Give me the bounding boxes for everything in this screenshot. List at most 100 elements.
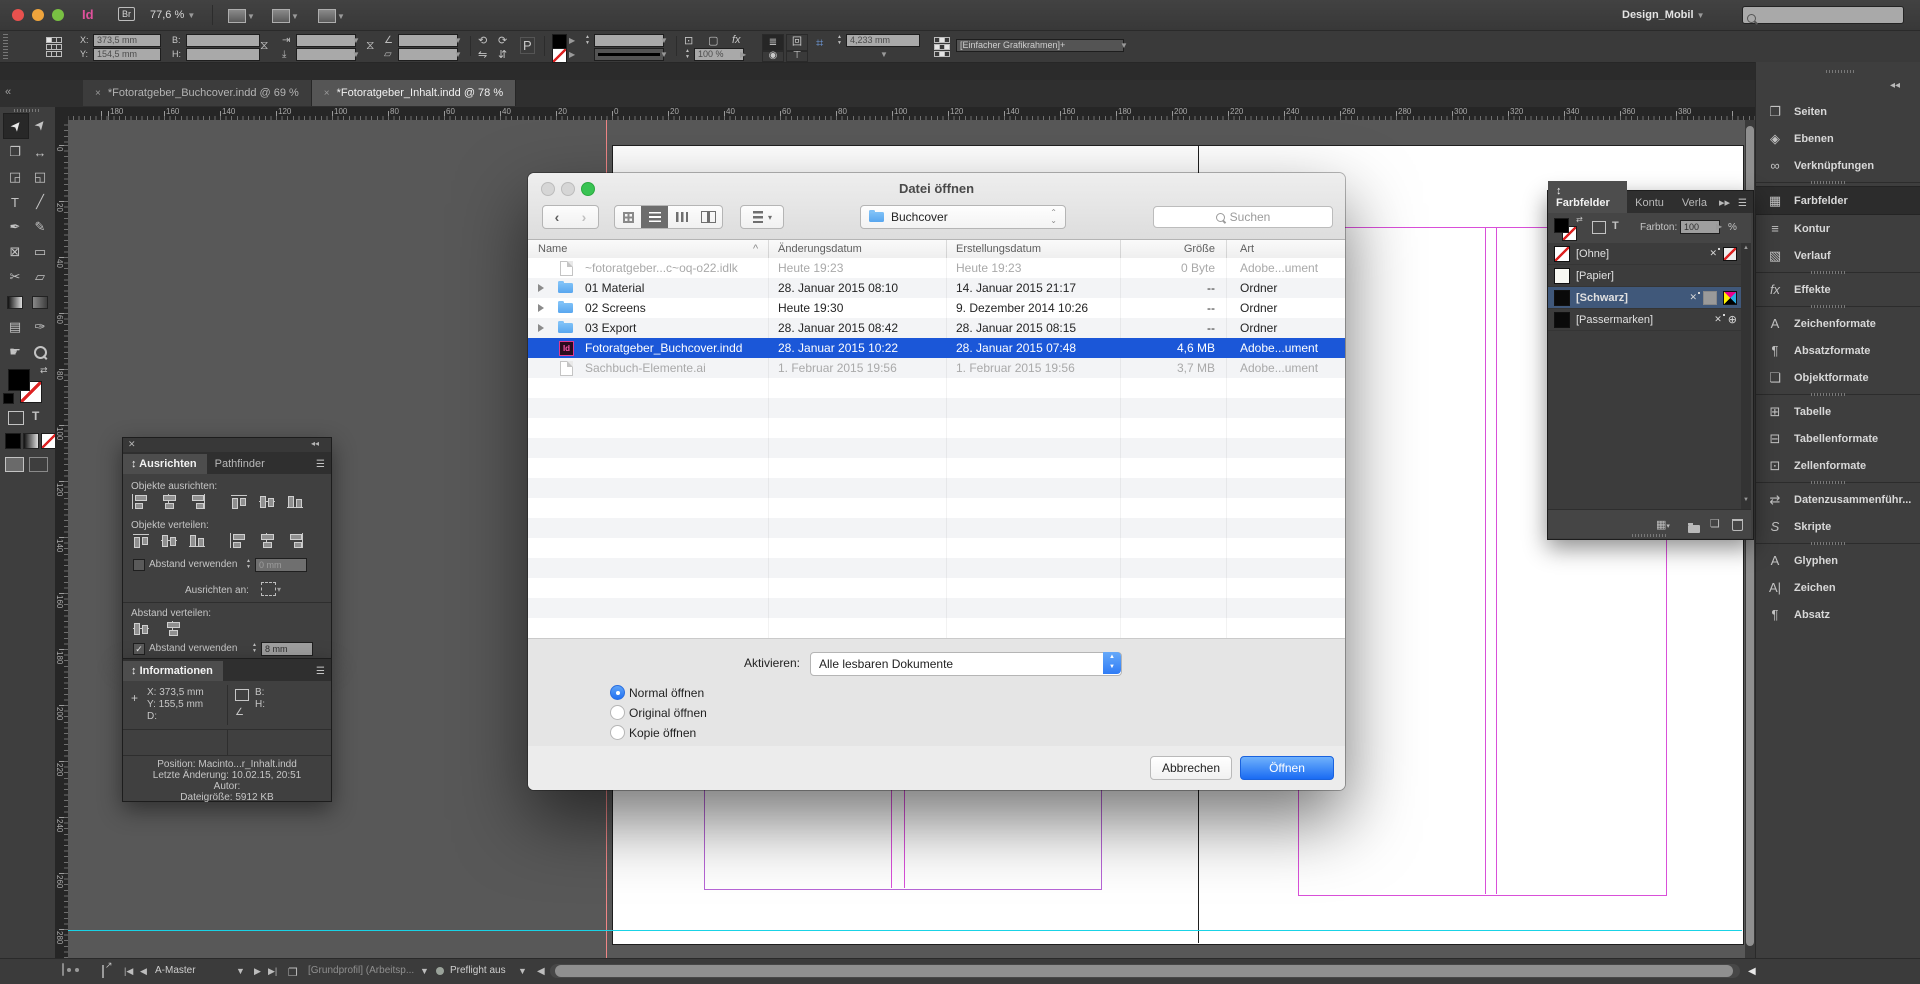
new-swatch-icon[interactable]: ❏ (1710, 517, 1720, 530)
preflight-indicator-icon[interactable] (62, 963, 64, 976)
more-tabs-icon[interactable]: ▸▸ (1717, 192, 1732, 213)
forward-button[interactable]: › (570, 205, 599, 229)
disclosure-triangle-icon[interactable] (538, 324, 544, 332)
close-window-button[interactable] (12, 9, 24, 21)
tab-farbfelder[interactable]: ↕ Farbfelder (1548, 181, 1627, 213)
dock-item-skripte[interactable]: SSkripte (1756, 513, 1920, 540)
corner-radius-field[interactable]: 4,233 mm (846, 34, 920, 47)
horizontal-scrollbar[interactable] (550, 964, 1740, 978)
previous-page-button[interactable]: ◀ (140, 966, 147, 977)
dock-item-tabelle[interactable]: ⊞Tabelle (1756, 398, 1920, 425)
dock-group-handle[interactable] (1811, 542, 1847, 545)
zoom-tool[interactable] (28, 340, 52, 364)
gradient-tool[interactable] (3, 290, 27, 314)
corner-shape-icon[interactable]: ▢ (708, 34, 718, 47)
content-placer-tool[interactable]: ◱ (28, 165, 52, 189)
dock-item-seiten[interactable]: ❐Seiten (1756, 98, 1920, 125)
page-tool[interactable]: ❐ (3, 140, 27, 164)
corner-radius-stepper[interactable]: ▲▼ (836, 34, 843, 46)
tab-kontur[interactable]: Kontu (1627, 193, 1674, 213)
x-field[interactable]: 373,5 mm (93, 34, 161, 47)
radio-option-0[interactable]: Normal öffnen (610, 685, 830, 701)
dock-group-handle[interactable] (1811, 181, 1847, 184)
free-transform-tool[interactable]: ▱ (28, 265, 52, 289)
direct-selection-tool[interactable]: ➤ (28, 113, 52, 137)
y-field[interactable]: 154,5 mm (93, 48, 161, 61)
dock-item-ebenen[interactable]: ◈Ebenen (1756, 125, 1920, 152)
last-page-button[interactable]: ▶| (268, 966, 277, 977)
radio-button[interactable] (610, 725, 625, 740)
page-dropdown[interactable]: A-Master (155, 965, 196, 976)
dock-item-objektformate[interactable]: ❏Objektformate (1756, 364, 1920, 391)
preflight-profile-label[interactable]: [Grundprofil] (Arbeitsp... (308, 965, 414, 976)
cyan-ruler-guide[interactable] (68, 930, 1742, 931)
next-page-button[interactable]: ▶ (254, 966, 261, 977)
swatch-row-passermarken[interactable]: [Passermarken]✕⊕ (1548, 309, 1741, 331)
object-style-dropdown[interactable]: [Einfacher Grafikrahmen]+ (956, 39, 1124, 52)
dock-item-tabellenformate[interactable]: ⊟Tabellenformate (1756, 425, 1920, 452)
workspace-switcher[interactable]: Design_Mobil ▼ (1622, 9, 1705, 21)
delete-swatch-trash-icon[interactable] (1732, 519, 1743, 531)
file-row-5[interactable]: Sachbuch-Elemente.ai1. Februar 2015 19:5… (528, 358, 1345, 378)
export-share-icon[interactable] (102, 965, 104, 978)
spacing-field-1[interactable]: 0 mm (255, 558, 307, 572)
scroll-right-icon[interactable]: ◀ (1748, 966, 1756, 977)
coverflow-view-button[interactable] (695, 205, 723, 229)
align-top-icon[interactable] (229, 494, 249, 509)
formatting-affects-container-icon[interactable] (8, 411, 24, 425)
list-view-button[interactable] (641, 205, 669, 229)
apply-color-button[interactable] (5, 433, 21, 449)
first-page-button[interactable]: |◀ (124, 966, 133, 977)
dock-item-zeichenformate[interactable]: AZeichenformate (1756, 310, 1920, 337)
align-bottom-icon[interactable] (285, 494, 305, 509)
radio-button-selected[interactable] (610, 685, 625, 700)
screen-mode-caret[interactable]: ▼ (291, 12, 299, 21)
reference-point-proxy[interactable] (46, 37, 60, 57)
default-fill-stroke-icon[interactable] (3, 393, 14, 404)
stroke-weight-field[interactable] (594, 34, 664, 47)
tab-ausrichten[interactable]: ↕ Ausrichten (123, 454, 207, 474)
location-dropdown[interactable]: Buchcover ⌃⌄ (860, 205, 1066, 229)
swatches-text-icon[interactable]: T (1612, 220, 1619, 232)
fill-color-swatch[interactable] (552, 34, 567, 49)
pen-tool[interactable]: ✒ (3, 215, 27, 239)
distribute-hcenter-icon[interactable] (257, 533, 277, 548)
zoom-window-button[interactable] (52, 9, 64, 21)
collapse-panel-icon[interactable]: ◂◂ (311, 439, 319, 448)
column-header-modified[interactable]: Änderungsdatum (778, 243, 862, 255)
radio-button[interactable] (610, 705, 625, 720)
swatches-swap-icon[interactable]: ⇄ (1576, 215, 1583, 224)
zoom-level-dropdown[interactable]: 77,6 % ▼ (150, 9, 195, 21)
cancel-button[interactable]: Abbrechen (1150, 756, 1232, 780)
column-header-kind[interactable]: Art (1240, 243, 1254, 255)
collapse-tabs-icon[interactable]: « (5, 86, 11, 98)
corner-options-icon[interactable]: ⊡ (684, 34, 693, 47)
note-tool[interactable]: ▤ (3, 315, 27, 339)
new-color-group-folder-icon[interactable] (1688, 525, 1700, 533)
dialog-search-input[interactable]: Suchen (1153, 206, 1333, 228)
icon-view-button[interactable] (614, 205, 643, 229)
column-view-button[interactable] (668, 205, 696, 229)
swatches-fill-proxy[interactable] (1554, 218, 1569, 233)
align-hcenter-icon[interactable] (159, 494, 179, 509)
arrange-button[interactable]: ▾ (740, 205, 784, 229)
radio-option-2[interactable]: Kopie öffnen (610, 725, 830, 741)
align-vcenter-icon[interactable] (257, 494, 277, 509)
scale-x-field[interactable] (296, 34, 356, 47)
disclosure-triangle-icon[interactable] (538, 284, 544, 292)
dock-group-handle[interactable] (1811, 305, 1847, 308)
radio-option-1[interactable]: Original öffnen (610, 705, 830, 721)
distribute-hspace-icon[interactable] (163, 621, 183, 636)
document-tab-0[interactable]: ×*Fotoratgeber_Buchcover.indd @ 69 % (83, 80, 312, 106)
activate-dropdown[interactable]: Alle lesbaren Dokumente ▲▼ (810, 652, 1122, 676)
collapse-dock-icon[interactable]: ◂◂ (1890, 80, 1900, 91)
normal-screen-mode-button[interactable] (5, 457, 24, 472)
panel-drag-handle[interactable] (3, 34, 8, 59)
swatches-scrollbar[interactable]: ▲ ▼ (1741, 243, 1751, 509)
view-options-caret[interactable]: ▼ (247, 12, 255, 21)
new-swatch-view-icon[interactable]: ▦▾ (1656, 518, 1670, 531)
close-tab-icon[interactable]: × (95, 88, 101, 99)
dock-item-effekte[interactable]: fxEffekte (1756, 276, 1920, 303)
disclosure-triangle-icon[interactable] (538, 304, 544, 312)
file-row-0[interactable]: ~fotoratgeber...c~oq-o22.idlkHeute 19:23… (528, 258, 1345, 278)
